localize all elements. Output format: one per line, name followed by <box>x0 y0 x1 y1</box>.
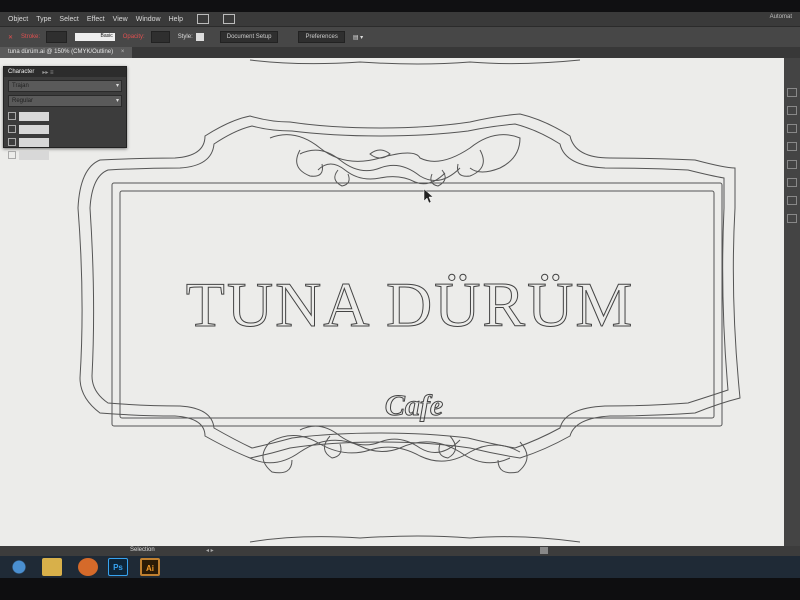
stroke-panel-icon[interactable] <box>787 160 797 169</box>
document-setup-button[interactable]: Document Setup <box>219 31 279 43</box>
horizontal-scroll-thumb[interactable] <box>540 547 548 554</box>
leading-icon <box>8 125 16 133</box>
leading-control[interactable] <box>8 124 64 134</box>
layers-panel-icon[interactable] <box>787 214 797 223</box>
photoshop-icon[interactable]: Ps <box>108 558 128 576</box>
character-panel-header[interactable]: Character ▸▸ ≡ <box>4 67 126 77</box>
top-ornament <box>269 134 521 187</box>
arrange-icon[interactable]: ▤ ▾ <box>353 34 363 41</box>
bridge-icon[interactable] <box>223 14 236 24</box>
menu-bar: Object Type Select Effect View Window He… <box>0 12 800 26</box>
control-bar: ✕ Stroke: Basic Opacity: Style: Document… <box>0 27 800 47</box>
kerning-icon <box>8 138 16 146</box>
monitor-bezel-top <box>0 0 800 12</box>
monitor-bezel-bottom <box>0 578 800 600</box>
status-bar: Selection ◂ ▸ <box>0 546 800 556</box>
illustrator-icon[interactable]: Ai <box>140 558 160 576</box>
selection-icon[interactable]: ✕ <box>8 34 13 41</box>
start-button-icon[interactable] <box>2 558 36 576</box>
font-style-select[interactable]: Regular ▾ <box>8 95 122 107</box>
lower-artwork-fragment <box>249 535 581 543</box>
style-label: Style: <box>177 34 193 40</box>
stroke-label: Stroke: <box>21 34 41 40</box>
status-mode[interactable]: Selection <box>130 547 155 553</box>
panel-menu-icon[interactable]: ▸▸ ≡ <box>42 69 53 76</box>
document-tab-row: tuna dürüm.ai @ 150% (CMYK/Outline) × <box>0 47 800 58</box>
workspace-switcher[interactable]: Automat <box>770 14 792 20</box>
symbols-panel-icon[interactable] <box>787 142 797 151</box>
menu-type[interactable]: Type <box>36 16 51 23</box>
artwork-title: TUNA DÜRÜM <box>186 269 634 340</box>
right-panel-dock <box>784 58 800 546</box>
character-panel: Character ▸▸ ≡ Trajan ▾ Regular ▾ <box>3 66 127 160</box>
leading-field[interactable] <box>19 124 49 134</box>
kerning-control[interactable] <box>8 137 64 147</box>
font-style-value: Regular <box>12 98 34 104</box>
menu-window[interactable]: Window <box>136 16 161 23</box>
brushes-panel-icon[interactable] <box>787 124 797 133</box>
screen: Object Type Select Effect View Window He… <box>0 0 800 600</box>
upper-artwork-fragment <box>249 59 581 65</box>
opacity-label: Opacity: <box>122 34 145 40</box>
font-family-value: Trajan <box>12 83 29 89</box>
graphic-style-swatch[interactable] <box>195 33 204 41</box>
font-size-icon <box>8 112 16 120</box>
tracking-field[interactable] <box>19 150 49 160</box>
stroke-weight-field[interactable] <box>46 31 67 43</box>
tracking-control[interactable] <box>8 150 64 160</box>
character-panel-title: Character <box>8 69 35 75</box>
menu-effect[interactable]: Effect <box>87 16 105 23</box>
menu-view[interactable]: View <box>113 16 128 23</box>
menu-help[interactable]: Help <box>169 16 183 23</box>
menu-object[interactable]: Object <box>8 16 28 23</box>
preferences-button[interactable]: Preferences <box>298 31 345 43</box>
character-metrics-grid <box>8 111 124 163</box>
close-tab-icon[interactable]: × <box>121 49 125 55</box>
os-taskbar: Ps Ai <box>0 556 800 578</box>
arrange-documents-icon[interactable] <box>197 14 210 24</box>
firefox-icon[interactable] <box>78 558 98 576</box>
chevron-down-icon: ▾ <box>115 83 119 89</box>
file-explorer-icon[interactable] <box>42 558 62 576</box>
opacity-field[interactable] <box>150 31 170 43</box>
document-tab[interactable]: tuna dürüm.ai @ 150% (CMYK/Outline) × <box>0 47 133 58</box>
status-arrows-icon[interactable]: ◂ ▸ <box>206 547 214 554</box>
font-size-field[interactable] <box>19 111 49 121</box>
chevron-down-icon: ▾ <box>115 98 119 104</box>
menu-select[interactable]: Select <box>59 16 78 23</box>
transparency-panel-icon[interactable] <box>787 178 797 187</box>
tracking-icon <box>8 151 16 159</box>
color-panel-icon[interactable] <box>787 88 797 97</box>
brush-profile-select[interactable]: Basic <box>74 33 115 41</box>
kerning-field[interactable] <box>19 137 49 147</box>
swatches-panel-icon[interactable] <box>787 106 797 115</box>
document-tab-title: tuna dürüm.ai @ 150% (CMYK/Outline) <box>8 49 114 55</box>
font-size-control[interactable] <box>8 111 64 121</box>
artwork-subtitle: Cafe <box>385 389 443 422</box>
appearance-panel-icon[interactable] <box>787 196 797 205</box>
font-family-select[interactable]: Trajan ▾ <box>8 80 122 92</box>
